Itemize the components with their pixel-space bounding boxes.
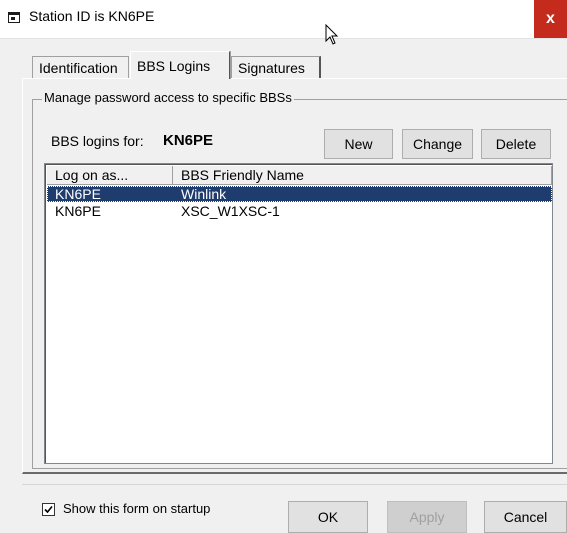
window-title: Station ID is KN6PE (29, 8, 155, 24)
bbs-logins-list[interactable]: Log on as... BBS Friendly Name KN6PE Win… (44, 163, 553, 464)
apply-button[interactable]: Apply (387, 501, 467, 533)
column-header-bbs-friendly-name[interactable]: BBS Friendly Name (173, 166, 552, 185)
close-button[interactable]: x (534, 0, 567, 38)
log-on-as-cell: KN6PE (55, 186, 101, 202)
change-button[interactable]: Change (402, 129, 473, 159)
new-button[interactable]: New (324, 129, 393, 159)
bbs-name-cell: XSC_W1XSC-1 (181, 203, 280, 219)
cancel-button[interactable]: Cancel (484, 501, 567, 533)
column-header-log-on-as[interactable]: Log on as... (47, 166, 173, 185)
mouse-cursor-icon (325, 24, 339, 45)
group-label: Manage password access to specific BBSs (42, 90, 294, 105)
bbs-logins-callsign: KN6PE (163, 132, 214, 149)
list-row[interactable]: KN6PE XSC_W1XSC-1 (47, 203, 552, 219)
show-on-startup-checkbox[interactable] (42, 503, 55, 516)
tab-bbs-logins[interactable]: BBS Logins (130, 51, 230, 79)
tab-signatures[interactable]: Signatures (231, 56, 321, 78)
log-on-as-cell: KN6PE (55, 203, 101, 219)
checkmark-icon (44, 505, 53, 514)
title-bar: Station ID is KN6PE x (0, 0, 567, 39)
bbs-logins-for-label: BBS logins for: (51, 133, 144, 149)
ok-button[interactable]: OK (288, 501, 368, 533)
app-icon (8, 12, 20, 23)
list-row[interactable]: KN6PE Winlink (47, 186, 552, 202)
show-on-startup-label: Show this form on startup (63, 501, 211, 516)
tab-identification[interactable]: Identification (32, 56, 129, 78)
bbs-name-cell: Winlink (181, 186, 227, 202)
delete-button[interactable]: Delete (481, 129, 551, 159)
footer-divider (22, 484, 567, 485)
